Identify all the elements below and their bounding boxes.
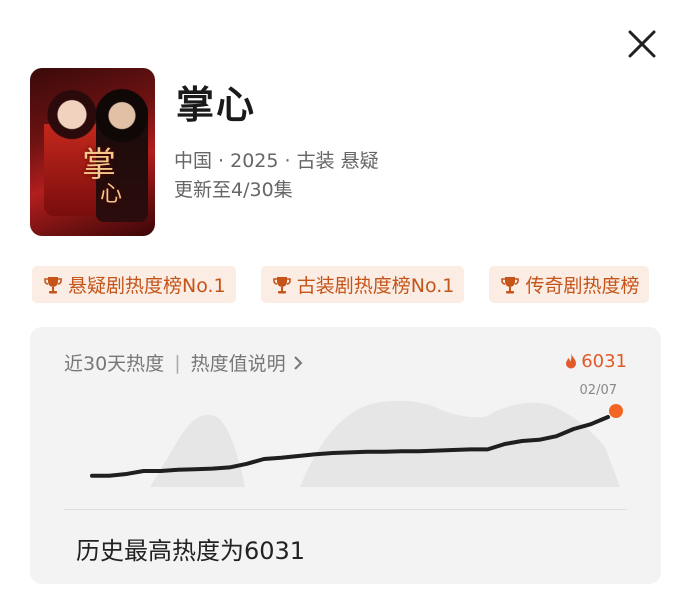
show-title: 掌心 (176, 83, 257, 127)
tag-suspense-rank[interactable]: 悬疑剧热度榜No.1 (32, 266, 236, 303)
card-divider (64, 509, 627, 510)
trophy-icon (272, 276, 291, 293)
poster-calligraphy: 掌 (82, 145, 116, 185)
tag-label: 传奇剧热度榜 (525, 275, 640, 297)
episode-update: 更新至4/30集 (174, 179, 293, 201)
header-separator: | (174, 351, 181, 374)
heat-card: 近30天热度 | 热度值说明 6031 02/07 历史最高热度为6031 (30, 327, 661, 584)
tag-label: 古装剧热度榜No.1 (296, 275, 455, 297)
heat-explain-link[interactable]: 热度值说明 (191, 349, 286, 376)
heat-heading: 近30天热度 (64, 353, 165, 375)
show-poster[interactable]: 掌 心 (30, 68, 155, 236)
tag-costume-rank[interactable]: 古装剧热度榜No.1 (260, 266, 465, 303)
latest-point-marker (609, 404, 623, 418)
current-heat: 6031 (564, 351, 627, 372)
tag-label: 悬疑剧热度榜No.1 (68, 275, 226, 297)
trophy-icon (44, 276, 62, 293)
history-max-heat: 历史最高热度为6031 (76, 537, 306, 565)
latest-date: 02/07 (579, 383, 617, 398)
poster-calligraphy-2: 心 (100, 182, 123, 207)
chart-background-mountains (150, 400, 620, 487)
close-icon[interactable] (624, 26, 660, 62)
card-header: 近30天热度 | 热度值说明 (64, 349, 304, 376)
ranking-tags: 悬疑剧热度榜No.1 古装剧热度榜No.1 传奇剧热度榜 (32, 266, 690, 304)
chevron-right-icon[interactable] (292, 355, 304, 371)
heat-value: 6031 (581, 351, 627, 372)
trophy-icon (501, 276, 520, 293)
tag-legend-rank[interactable]: 传奇剧热度榜 (489, 266, 650, 303)
flame-icon (566, 353, 577, 369)
show-meta: 中国 · 2025 · 古装 悬疑 (174, 150, 379, 172)
